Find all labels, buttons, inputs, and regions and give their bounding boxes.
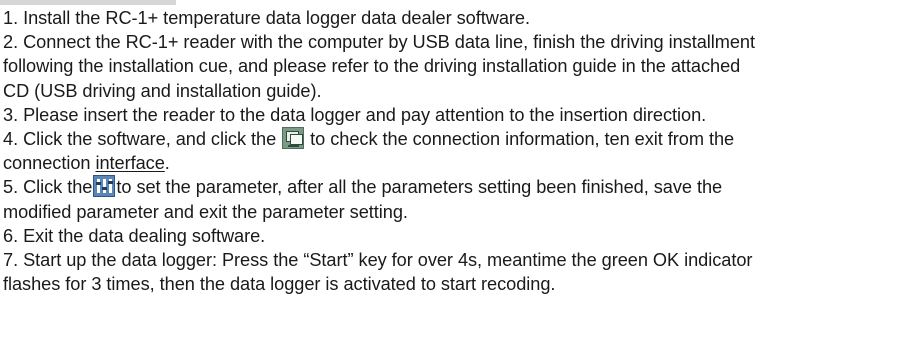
step-6-line: 6. Exit the data dealing software. (3, 224, 908, 248)
step-2-line-b: following the installation cue, and plea… (3, 54, 908, 78)
step-4-line-b: connection interface. (3, 151, 908, 175)
step-4-text-b-end: . (164, 153, 170, 174)
section-header-strip (0, 0, 176, 5)
step-4-text-before-icon: 4. Click the software, and click the (3, 128, 282, 149)
step-4-text-after-icon: to check the connection information, ten… (305, 128, 735, 149)
step-3-line: 3. Please insert the reader to the data … (3, 103, 908, 127)
parameter-settings-icon (93, 175, 116, 198)
connection-icon (282, 126, 305, 149)
step-6-text: 6. Exit the data dealing software. (3, 225, 266, 246)
step-2-line-a: 2. Connect the RC-1+ reader with the com… (3, 30, 908, 54)
step-5-text-after-icon: to set the parameter, after all the para… (116, 177, 723, 198)
step-7-line-a: 7. Start up the data logger: Press the “… (3, 248, 908, 272)
step-7-text-b: flashes for 3 times, then the data logge… (3, 274, 556, 295)
step-2-text-a: 2. Connect the RC-1+ reader with the com… (3, 32, 755, 53)
step-2-text-b: following the installation cue, and plea… (3, 56, 741, 77)
step-1-text: 1. Install the RC-1+ temperature data lo… (3, 8, 530, 28)
step-2-line-c: CD (USB driving and installation guide). (3, 79, 908, 103)
step-4-text-b-start: connection (3, 153, 96, 174)
instruction-document: 1. Install the RC-1+ temperature data lo… (3, 6, 908, 296)
step-4-underlined-word: interface (95, 153, 165, 174)
step-1-line: 1. Install the RC-1+ temperature data lo… (3, 6, 908, 30)
step-5-line-b: modified parameter and exit the paramete… (3, 200, 908, 224)
step-5-text-before-icon: 5. Click the (3, 177, 93, 198)
step-7-line-b: flashes for 3 times, then the data logge… (3, 272, 908, 296)
step-5-line-a: 5. Click the to set the parameter, after … (3, 175, 908, 199)
step-3-text: 3. Please insert the reader to the data … (3, 104, 707, 125)
step-7-text-a: 7. Start up the data logger: Press the “… (3, 249, 753, 270)
step-4-line-a: 4. Click the software, and click the to … (3, 126, 908, 151)
step-2-text-c: CD (USB driving and installation guide). (3, 80, 322, 101)
step-5-text-b: modified parameter and exit the paramete… (3, 201, 408, 222)
